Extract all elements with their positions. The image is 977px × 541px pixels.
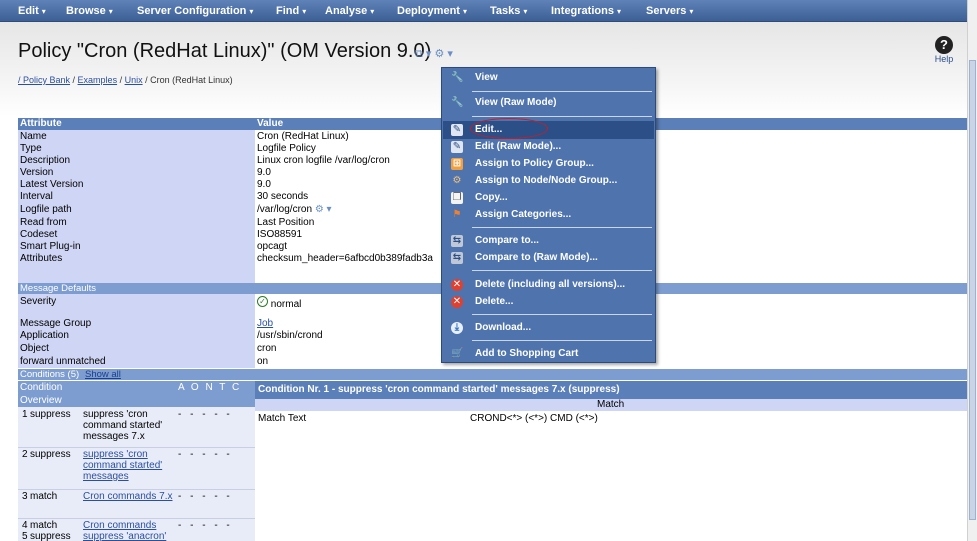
wrench-icon: 🔧 bbox=[451, 97, 464, 108]
assign-group-icon: ⊞ bbox=[451, 158, 463, 170]
menu-server-configuration[interactable]: Server Configuration ▾ bbox=[137, 5, 253, 17]
vertical-scrollbar[interactable] bbox=[967, 0, 977, 541]
condition-row-1[interactable]: 1 suppress suppress 'cron command starte… bbox=[18, 409, 255, 447]
delete-icon: ✕ bbox=[451, 296, 463, 308]
help-button[interactable]: ? Help bbox=[924, 36, 964, 65]
menu-item-download[interactable]: ⤓ Download... bbox=[443, 319, 654, 337]
menu-item-delete-all-versions[interactable]: ✕ Delete (including all versions)... bbox=[443, 276, 654, 294]
page-title: Policy "Cron (RedHat Linux)" (OM Version… bbox=[18, 40, 432, 62]
delete-all-icon: ✕ bbox=[451, 279, 463, 291]
condition-detail-header: Condition Nr. 1 - suppress 'cron command… bbox=[255, 381, 967, 399]
menu-separator bbox=[472, 116, 652, 117]
compare-icon: ⇆ bbox=[451, 235, 463, 247]
attribute-header: Attribute bbox=[20, 118, 62, 129]
severity-normal-icon: ✓ bbox=[257, 296, 268, 307]
menu-analyse[interactable]: Analyse ▾ bbox=[325, 5, 374, 17]
download-icon: ⤓ bbox=[451, 322, 463, 334]
menu-item-view-raw[interactable]: 🔧 View (Raw Mode) bbox=[443, 94, 654, 112]
breadcrumb-policy-bank[interactable]: / Policy Bank bbox=[18, 75, 70, 85]
match-text-label: Match Text bbox=[258, 413, 307, 424]
wrench-icon: 🔧 bbox=[451, 72, 464, 83]
show-all-link[interactable]: Show all bbox=[85, 369, 121, 380]
menu-separator bbox=[472, 227, 652, 228]
top-menubar: Edit ▾ Browse ▾ Server Configuration ▾ Find… bbox=[0, 0, 977, 22]
match-subheader: Match bbox=[255, 399, 967, 411]
menu-item-delete[interactable]: ✕ Delete... bbox=[443, 293, 654, 311]
breadcrumb: / Policy Bank / Examples / Unix / Cron (… bbox=[18, 75, 233, 85]
logfile-actions-icon[interactable]: ⚙ ▾ bbox=[315, 204, 332, 215]
menu-tasks[interactable]: Tasks ▾ bbox=[490, 5, 527, 17]
menu-item-view[interactable]: 🔧 View bbox=[443, 69, 654, 87]
conditions-header: Conditions (5) Show all bbox=[18, 369, 967, 380]
menu-separator bbox=[472, 340, 652, 341]
cart-icon: 🛒 bbox=[451, 348, 464, 359]
menu-item-assign-categories[interactable]: ⚑ Assign Categories... bbox=[443, 206, 654, 224]
condition-row-2[interactable]: 2 suppress suppress 'cron command starte… bbox=[18, 449, 255, 489]
match-text-value: CROND<*> (<*>) CMD (<*>) bbox=[470, 413, 598, 424]
title-actions-icon[interactable]: ⧉ ▾ ⚙ ▾ bbox=[415, 47, 453, 61]
menu-deployment[interactable]: Deployment ▾ bbox=[397, 5, 467, 17]
menu-item-compare[interactable]: ⇆ Compare to... bbox=[443, 232, 654, 250]
menu-separator bbox=[472, 270, 652, 271]
menu-edit[interactable]: Edit ▾ bbox=[18, 5, 46, 17]
menu-item-copy[interactable]: ❐ Copy... bbox=[443, 189, 654, 207]
cond-divider bbox=[18, 489, 255, 490]
severity-value: normal bbox=[270, 299, 302, 310]
help-label: Help bbox=[934, 54, 954, 64]
menu-item-add-to-cart[interactable]: 🛒 Add to Shopping Cart bbox=[443, 345, 654, 363]
help-icon: ? bbox=[935, 36, 953, 54]
conditions-column-header: Condition Overview A O N T C bbox=[18, 381, 255, 407]
edit-raw-icon: ✎ bbox=[451, 141, 463, 153]
menu-item-edit-raw[interactable]: ✎ Edit (Raw Mode)... bbox=[443, 138, 654, 156]
condition-row-5[interactable]: 5 suppress suppress 'anacron' bbox=[18, 531, 255, 541]
value-header: Value bbox=[257, 118, 284, 129]
compare-raw-icon: ⇆ bbox=[451, 252, 463, 264]
menu-servers[interactable]: Servers ▾ bbox=[646, 5, 693, 17]
menu-integrations[interactable]: Integrations ▾ bbox=[551, 5, 621, 17]
menu-item-compare-raw[interactable]: ⇆ Compare to (Raw Mode)... bbox=[443, 249, 654, 267]
policy-context-menu: 🔧 View 🔧 View (Raw Mode) ✎ Edit... ✎ Edi… bbox=[441, 67, 656, 363]
menu-item-edit[interactable]: ✎ Edit... bbox=[443, 121, 654, 139]
breadcrumb-examples[interactable]: Examples bbox=[78, 75, 118, 85]
menu-browse[interactable]: Browse ▾ bbox=[66, 5, 113, 17]
menu-separator bbox=[472, 91, 652, 92]
menu-separator bbox=[472, 314, 652, 315]
menu-item-assign-policy-group[interactable]: ⊞ Assign to Policy Group... bbox=[443, 155, 654, 173]
breadcrumb-unix[interactable]: Unix bbox=[125, 75, 143, 85]
scrollbar-thumb[interactable] bbox=[969, 60, 976, 520]
condition-row-4[interactable]: 4 match Cron commands - - - - - bbox=[18, 520, 255, 531]
cond-divider bbox=[18, 518, 255, 519]
assign-node-icon: ⚙ bbox=[452, 175, 462, 186]
copy-icon: ❐ bbox=[451, 192, 463, 204]
menu-item-assign-node[interactable]: ⚙ Assign to Node/Node Group... bbox=[443, 172, 654, 190]
message-group-link[interactable]: Job bbox=[257, 318, 273, 329]
cond-divider bbox=[18, 447, 255, 448]
categories-icon: ⚑ bbox=[452, 209, 462, 220]
breadcrumb-current: Cron (RedHat Linux) bbox=[150, 75, 233, 85]
menu-find[interactable]: Find ▾ bbox=[276, 5, 306, 17]
edit-icon: ✎ bbox=[451, 124, 463, 136]
condition-row-3[interactable]: 3 match Cron commands 7.x - - - - - bbox=[18, 491, 255, 518]
